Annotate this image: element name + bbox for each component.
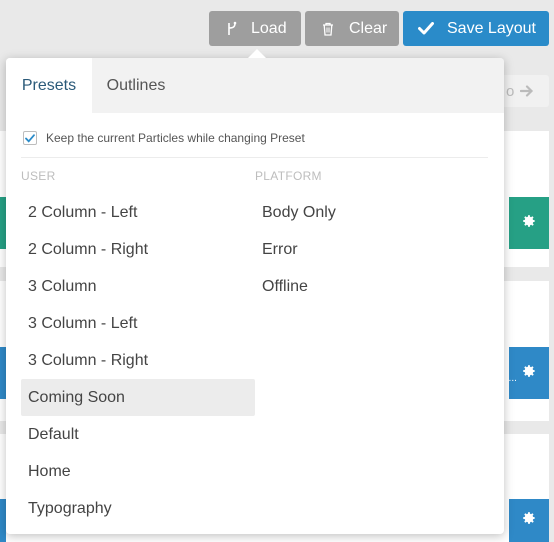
preset-item[interactable]: 3 Column - Right: [21, 342, 255, 379]
fork-branch-icon: [224, 21, 240, 37]
preset-item[interactable]: Home: [21, 453, 255, 490]
keep-particles-option[interactable]: Keep the current Particles while changin…: [23, 131, 305, 145]
keep-particles-checkbox[interactable]: [23, 131, 37, 145]
check-icon: [25, 133, 35, 143]
save-layout-label: Save Layout: [447, 19, 536, 37]
load-label: Load: [251, 19, 287, 37]
gear-icon: [522, 214, 536, 233]
preset-item[interactable]: Default: [21, 416, 255, 453]
popover-tabs: Presets Outlines: [6, 58, 504, 113]
section-settings-button[interactable]: [509, 197, 549, 249]
divider: [21, 157, 488, 158]
preset-item[interactable]: Body Only: [255, 194, 489, 231]
gear-icon: [522, 364, 536, 383]
check-icon: [417, 22, 435, 35]
arrow-right-icon: [520, 85, 534, 97]
save-layout-button[interactable]: Save Layout: [403, 11, 549, 46]
preset-item[interactable]: Error: [255, 231, 489, 268]
platform-presets-list: Body Only Error Offline: [255, 194, 489, 305]
tab-outlines[interactable]: Outlines: [92, 58, 180, 113]
clear-label: Clear: [349, 19, 388, 37]
tab-presets[interactable]: Presets: [6, 58, 92, 113]
user-presets-header: USER: [21, 169, 56, 183]
gear-icon: [522, 511, 536, 530]
popover-arrow: [248, 49, 266, 58]
user-presets-list: 2 Column - Left 2 Column - Right 3 Colum…: [21, 194, 255, 527]
platform-presets-header: PLATFORM: [255, 169, 322, 183]
keep-particles-label: Keep the current Particles while changin…: [46, 131, 305, 145]
preset-item[interactable]: 3 Column - Left: [21, 305, 255, 342]
preset-item[interactable]: 2 Column - Right: [21, 231, 255, 268]
preset-item[interactable]: Offline: [255, 268, 489, 305]
layout-toolbar: Load Clear Save Layout: [0, 11, 554, 47]
section-settings-button[interactable]: [509, 499, 549, 542]
preset-item-hovered[interactable]: Coming Soon: [21, 379, 255, 416]
clear-button[interactable]: Clear: [305, 11, 399, 46]
preset-item[interactable]: 2 Column - Left: [21, 194, 255, 231]
particle-subtitle-fragment: o...: [503, 373, 517, 384]
load-button[interactable]: Load: [209, 11, 301, 46]
presets-popover: Presets Outlines Keep the current Partic…: [6, 58, 504, 534]
trash-icon: [320, 22, 336, 36]
preset-item[interactable]: Typography: [21, 490, 255, 527]
pill-text: o: [506, 82, 515, 100]
preset-item[interactable]: 3 Column: [21, 268, 255, 305]
